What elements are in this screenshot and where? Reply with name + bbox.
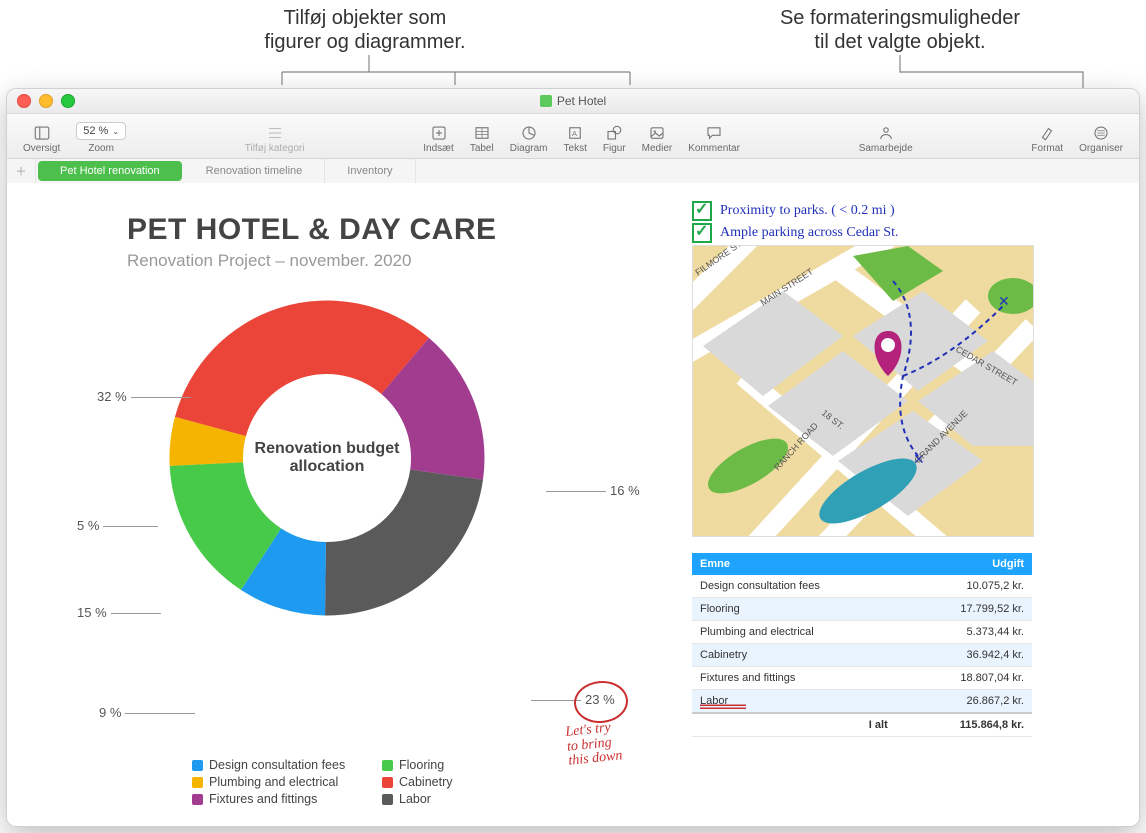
checkbox-icon (692, 201, 712, 221)
table-button[interactable]: Tabel (462, 121, 502, 158)
chart-label: Diagram (510, 143, 548, 154)
toolbar: Oversigt 52 %⌄ Zoom Tilføj kategori Inds… (7, 114, 1139, 159)
table-row[interactable]: Labor26.867,2 kr. (692, 690, 1032, 714)
table-label: Tabel (470, 143, 494, 154)
collaborate-label: Samarbejde (859, 143, 913, 154)
comment-button[interactable]: Kommentar (680, 121, 748, 158)
add-category-button[interactable]: Tilføj kategori (237, 121, 313, 158)
chart-label-16: 16 % (542, 483, 640, 498)
title-bar: Pet Hotel (7, 89, 1139, 114)
table-row[interactable]: Flooring17.799,52 kr. (692, 598, 1032, 621)
legend-item: Fixtures and fittings (209, 792, 317, 806)
zoom-label: Zoom (88, 143, 114, 154)
table-row[interactable]: Plumbing and electrical5.373,44 kr. (692, 621, 1032, 644)
legend-item: Design consultation fees (209, 758, 345, 772)
text-label: Tekst (564, 143, 587, 154)
app-window: Pet Hotel Oversigt 52 %⌄ Zoom Tilføj kat… (6, 88, 1140, 827)
format-button[interactable]: Format (1023, 121, 1071, 158)
sheet-tab-pet-hotel-renovation[interactable]: Pet Hotel renovation (38, 161, 182, 181)
sheet-bar: ＋ Pet Hotel renovation Renovation timeli… (7, 159, 1139, 184)
shape-button[interactable]: Figur (595, 121, 634, 158)
text-button[interactable]: A Tekst (556, 121, 595, 158)
legend-item: Cabinetry (399, 775, 453, 789)
comment-label: Kommentar (688, 143, 740, 154)
sheet-tab-inventory[interactable]: Inventory (325, 159, 415, 183)
chart-button[interactable]: Diagram (502, 121, 556, 158)
organize-label: Organiser (1079, 143, 1123, 154)
table-header-emne[interactable]: Emne (692, 553, 906, 575)
organize-button[interactable]: Organiser (1071, 121, 1131, 158)
checkbox-icon (692, 223, 712, 243)
sheet-tab-renovation-timeline[interactable]: Renovation timeline (184, 159, 326, 183)
zoom-value: 52 % (83, 125, 108, 137)
legend-item: Labor (399, 792, 431, 806)
insert-label: Indsæt (423, 143, 454, 154)
page-title: PET HOTEL & DAY CARE (127, 213, 497, 247)
legend-item: Plumbing and electrical (209, 775, 338, 789)
expense-table[interactable]: Emne Udgift Design consultation fees10.0… (692, 553, 1032, 737)
handwritten-checklist: Proximity to parks. ( < 0.2 mi ) Ample p… (692, 201, 898, 245)
zoom-dropdown[interactable]: 52 %⌄ Zoom (68, 119, 134, 158)
format-label: Format (1031, 143, 1063, 154)
table-row[interactable]: Design consultation fees10.075,2 kr. (692, 575, 1032, 598)
chart-label-9: 9 % (99, 705, 199, 720)
chart-label-5: 5 % (77, 518, 162, 533)
handwritten-annotation: Let's tryto bringthis down (565, 720, 623, 769)
insert-button[interactable]: Indsæt (415, 121, 462, 158)
window-title: Pet Hotel (557, 94, 606, 108)
shape-label: Figur (603, 143, 626, 154)
collaborate-button[interactable]: Samarbejde (851, 121, 921, 158)
donut-chart[interactable]: Renovation budget allocation (152, 283, 502, 633)
overview-button[interactable]: Oversigt (15, 121, 68, 158)
chart-label-32: 32 % (97, 389, 195, 404)
note-text: Proximity to parks. ( < 0.2 mi ) (720, 203, 895, 219)
chart-label-15: 15 % (77, 605, 165, 620)
add-sheet-button[interactable]: ＋ (7, 159, 36, 183)
svg-text:A: A (572, 129, 577, 138)
add-category-label: Tilføj kategori (245, 143, 305, 154)
table-total-row: I alt115.864,8 kr. (692, 713, 1032, 737)
note-text: Ample parking across Cedar St. (720, 225, 898, 241)
legend-item: Flooring (399, 758, 444, 772)
table-row[interactable]: Fixtures and fittings18.807,04 kr. (692, 667, 1032, 690)
media-button[interactable]: Medier (634, 121, 681, 158)
svg-text:✕: ✕ (998, 293, 1010, 309)
document-icon (540, 95, 552, 107)
table-header-udgift[interactable]: Udgift (906, 553, 1032, 575)
document-canvas[interactable]: PET HOTEL & DAY CARE Renovation Project … (7, 183, 1139, 826)
map-sketch: ✕ ✕ FILMORE ST. MAIN STREET CEDAR STREET… (692, 245, 1034, 537)
overview-label: Oversigt (23, 143, 60, 154)
table-row[interactable]: Cabinetry36.942,4 kr. (692, 644, 1032, 667)
chart-center-label: Renovation budget allocation (242, 440, 412, 476)
chart-legend: Design consultation fees Flooring Plumbi… (192, 758, 572, 806)
media-label: Medier (642, 143, 673, 154)
annotation-circle (572, 679, 629, 726)
page-subtitle: Renovation Project – november. 2020 (127, 251, 411, 271)
